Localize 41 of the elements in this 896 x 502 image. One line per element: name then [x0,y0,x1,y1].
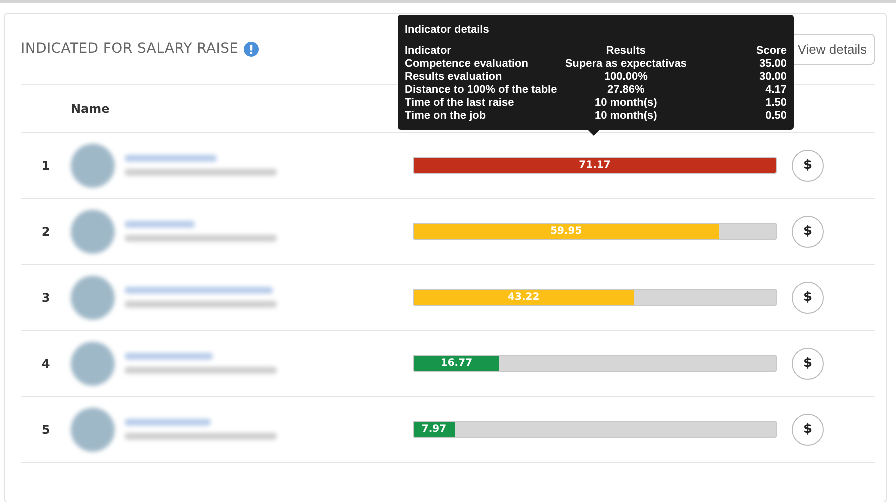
tooltip-cell-text: Supera as expectativas [565,58,688,70]
tooltip-header: Results [605,45,648,57]
score-value: 71.17 [579,160,611,171]
raise-button[interactable]: $ [792,150,824,182]
tooltip-cell-text: 35.00 [758,58,787,70]
raise-button[interactable]: $ [792,348,824,380]
avatar-placeholder [71,342,115,386]
tooltip-cell-text: 1.50 [764,97,787,109]
tooltip-cell-text: 100.00% [603,71,649,83]
score-value: 43.22 [508,292,540,303]
avatar-placeholder [71,210,115,254]
tooltip-header: Score [755,45,787,57]
score-value: 59.95 [550,226,582,237]
tooltip-cell-text: 27.86% [606,84,646,96]
tooltip-cell-text: 4.17 [764,84,787,96]
rank-number: 4 [42,356,50,370]
rank-number: 2 [42,224,50,238]
raise-button[interactable]: $ [792,216,824,248]
rank-number: 3 [42,290,50,304]
info-icon[interactable] [244,42,259,56]
avatar-placeholder [71,144,115,188]
tooltip-cell-text: 0.50 [764,110,787,122]
tooltip-title: Indicator details [405,24,490,36]
rank-number: 1 [42,158,50,172]
score-value: 16.77 [440,358,473,369]
tooltip-cell-text: 30.00 [758,71,787,83]
panel-title: INDICATED FOR SALARY RAISE [21,41,239,57]
tooltip-cell-text: Time on the job [405,110,488,122]
avatar-placeholder [71,408,115,452]
tooltip-cell-text: Competence evaluation [405,58,530,70]
avatar-placeholder [71,276,115,320]
rank-number: 5 [42,422,50,436]
score-value: 7.97 [422,424,447,435]
tooltip-cell-text: 10 month(s) [594,97,658,109]
tooltip-cell-text: 10 month(s) [594,110,658,122]
tooltip-cell-text: Results evaluation [405,71,504,83]
tooltip-cell-text: Time of the last raise [405,97,516,109]
tooltip-cell-text: Distance to 100% of the table [405,84,558,96]
raise-button[interactable]: $ [792,414,824,446]
tooltip-header: Indicator [405,45,452,57]
raise-button[interactable]: $ [792,282,824,314]
